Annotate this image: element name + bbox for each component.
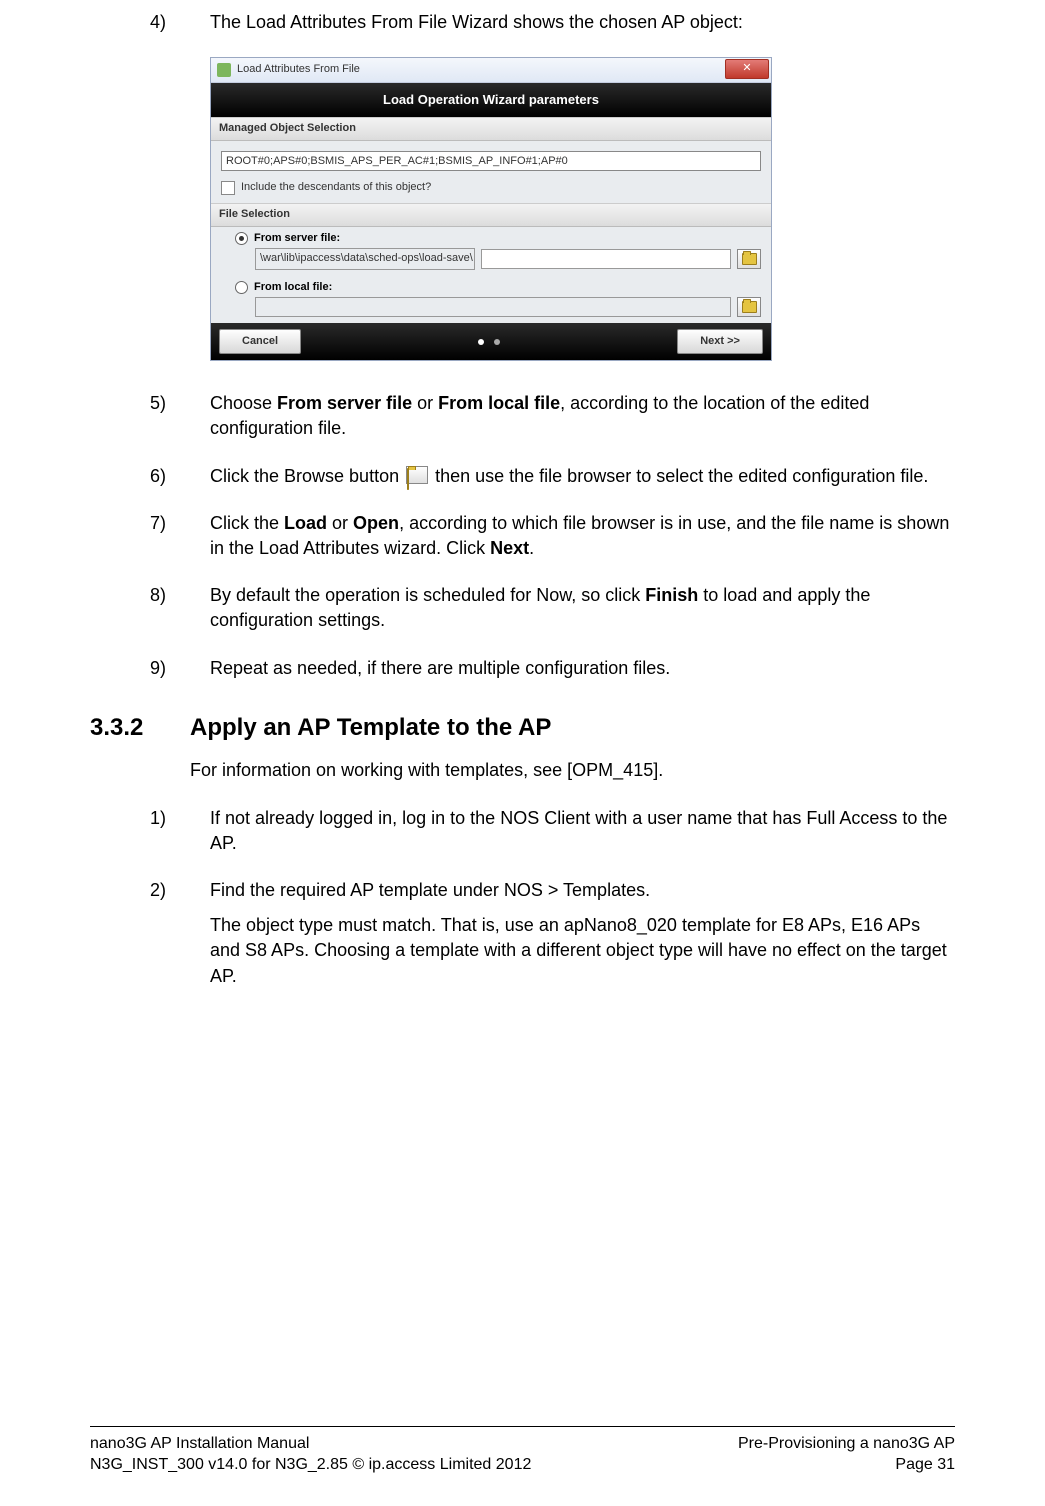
section-heading: 3.3.2Apply an AP Template to the AP: [90, 711, 955, 745]
browse-local-button[interactable]: [737, 297, 761, 317]
window-title: Load Attributes From File: [237, 62, 360, 77]
step-b1: 1) If not already logged in, log in to t…: [90, 806, 955, 856]
step-text: Click the Load or Open, according to whi…: [210, 511, 955, 561]
footer-left: nano3G AP Installation Manual N3G_INST_3…: [90, 1433, 531, 1476]
from-local-label: From local file:: [254, 280, 332, 295]
section-intro: For information on working with template…: [190, 758, 955, 783]
step-dot: [494, 339, 500, 345]
step-text: If not already logged in, log in to the …: [210, 806, 955, 856]
step-number: 7): [150, 511, 210, 561]
wizard-window: Load Attributes From File ✕ Load Operati…: [210, 57, 772, 361]
wizard-footer: Cancel Next >>: [211, 323, 771, 360]
from-server-label: From server file:: [254, 231, 340, 246]
app-icon: [217, 63, 231, 77]
section-title: Apply an AP Template to the AP: [190, 714, 551, 741]
step-number: 5): [150, 391, 210, 441]
step-text: Choose From server file or From local fi…: [210, 391, 955, 441]
step-7: 7) Click the Load or Open, according to …: [90, 511, 955, 561]
server-path-field[interactable]: \war\lib\ipaccess\data\sched-ops\load-sa…: [255, 248, 475, 269]
step-number: 2): [150, 878, 210, 989]
step-note: The object type must match. That is, use…: [210, 913, 955, 989]
step-dot: [478, 339, 484, 345]
footer-right: Pre-Provisioning a nano3G AP Page 31: [738, 1433, 955, 1476]
from-local-radio[interactable]: [235, 281, 248, 294]
step-text: The Load Attributes From File Wizard sho…: [210, 10, 955, 35]
include-descendants-checkbox[interactable]: [221, 181, 235, 195]
step-number: 9): [150, 656, 210, 681]
server-file-input[interactable]: [481, 249, 731, 269]
folder-open-icon: [407, 468, 409, 490]
folder-open-icon: [742, 253, 757, 265]
wizard-body: Managed Object Selection Include the des…: [211, 117, 771, 323]
cancel-button[interactable]: Cancel: [219, 329, 301, 354]
close-button[interactable]: ✕: [725, 59, 769, 79]
wizard-step-dots: [478, 339, 500, 345]
step-9: 9) Repeat as needed, if there are multip…: [90, 656, 955, 681]
step-4: 4) The Load Attributes From File Wizard …: [90, 10, 955, 35]
step-number: 6): [150, 464, 210, 489]
object-path-input[interactable]: [221, 151, 761, 171]
wizard-header: Load Operation Wizard parameters: [211, 83, 771, 117]
next-button[interactable]: Next >>: [677, 329, 763, 354]
step-number: 4): [150, 10, 210, 35]
step-6: 6) Click the Browse button then use the …: [90, 464, 955, 489]
step-5: 5) Choose From server file or From local…: [90, 391, 955, 441]
step-b2: 2) Find the required AP template under N…: [90, 878, 955, 989]
step-8: 8) By default the operation is scheduled…: [90, 583, 955, 633]
step-number: 8): [150, 583, 210, 633]
include-descendants-label: Include the descendants of this object?: [241, 180, 431, 195]
step-text: Find the required AP template under NOS …: [210, 878, 955, 989]
folder-open-icon: [742, 301, 757, 313]
page-footer: nano3G AP Installation Manual N3G_INST_3…: [90, 1426, 955, 1476]
step-number: 1): [150, 806, 210, 856]
step-text: Click the Browse button then use the fil…: [210, 464, 955, 489]
local-file-input[interactable]: [255, 297, 731, 317]
wizard-titlebar: Load Attributes From File ✕: [211, 58, 771, 83]
browse-server-button[interactable]: [737, 249, 761, 269]
step-text: By default the operation is scheduled fo…: [210, 583, 955, 633]
browse-icon: [406, 466, 428, 484]
section-managed-object: Managed Object Selection: [211, 117, 771, 140]
section-file-selection: File Selection: [211, 203, 771, 226]
step-text: Repeat as needed, if there are multiple …: [210, 656, 955, 681]
wizard-screenshot: Load Attributes From File ✕ Load Operati…: [210, 57, 955, 361]
section-number: 3.3.2: [90, 711, 190, 745]
from-server-radio[interactable]: [235, 232, 248, 245]
